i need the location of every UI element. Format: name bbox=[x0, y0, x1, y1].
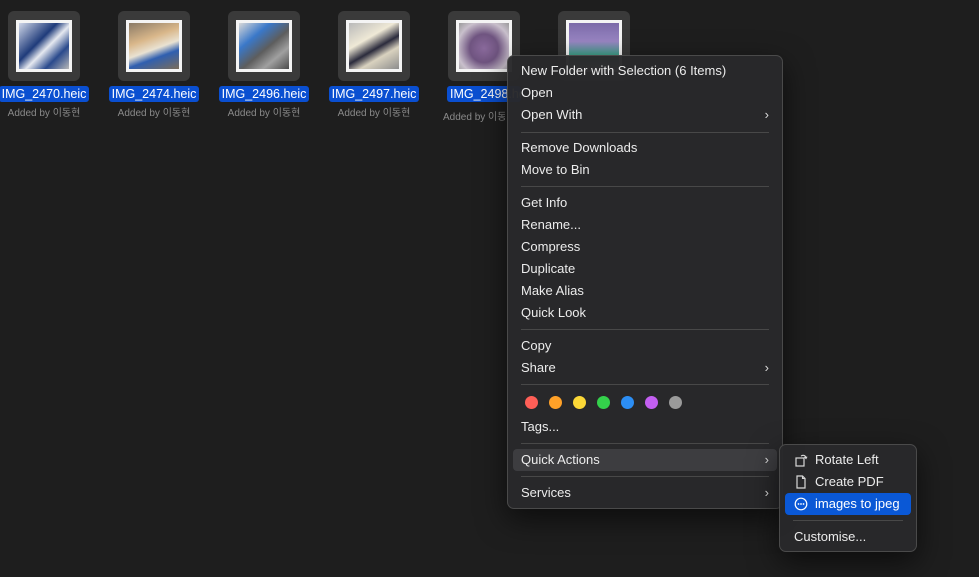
file-added-by: Added by 이동현 bbox=[7, 108, 81, 119]
menu-item-open-with[interactable]: Open With › bbox=[513, 104, 777, 126]
menu-item-services[interactable]: Services › bbox=[513, 482, 777, 504]
menu-separator bbox=[521, 186, 769, 187]
image-thumbnail bbox=[126, 20, 182, 72]
submenu-item-images-to-jpeg[interactable]: images to jpeg bbox=[785, 493, 911, 515]
chevron-right-icon: › bbox=[764, 485, 769, 500]
tag-red-dot[interactable] bbox=[525, 396, 538, 409]
file-item[interactable]: IMG_2496.heic Added by 이동현 bbox=[209, 11, 319, 119]
submenu-item-customise[interactable]: Customise... bbox=[785, 526, 911, 548]
quick-actions-submenu: Rotate Left Create PDF images to jpeg Cu… bbox=[779, 444, 917, 552]
tag-purple-dot[interactable] bbox=[645, 396, 658, 409]
menu-item-label: Quick Actions bbox=[521, 452, 600, 467]
image-thumbnail bbox=[346, 20, 402, 72]
menu-item-move-to-bin[interactable]: Move to Bin bbox=[513, 159, 777, 181]
file-added-by: Added by 이동현 bbox=[443, 112, 505, 123]
menu-item-tags[interactable]: Tags... bbox=[513, 416, 777, 438]
file-thumbnail[interactable] bbox=[8, 11, 80, 81]
chevron-right-icon: › bbox=[764, 107, 769, 122]
file-added-by: Added by 이동현 bbox=[337, 108, 411, 119]
menu-item-remove-downloads[interactable]: Remove Downloads bbox=[513, 137, 777, 159]
tag-color-row bbox=[525, 396, 682, 409]
submenu-item-rotate-left[interactable]: Rotate Left bbox=[785, 449, 911, 471]
menu-item-label: Share bbox=[521, 360, 556, 375]
tag-orange-dot[interactable] bbox=[549, 396, 562, 409]
menu-separator bbox=[793, 520, 903, 521]
menu-item-compress[interactable]: Compress bbox=[513, 236, 777, 258]
menu-item-copy[interactable]: Copy bbox=[513, 335, 777, 357]
file-added-by: Added by 이동현 bbox=[117, 108, 191, 119]
menu-item-new-folder-with-selection[interactable]: New Folder with Selection (6 Items) bbox=[513, 60, 777, 82]
submenu-item-label: Create PDF bbox=[815, 474, 884, 489]
menu-item-label: Services bbox=[521, 485, 571, 500]
file-name[interactable]: IMG_2496.heic bbox=[218, 86, 310, 102]
more-circle-icon bbox=[794, 497, 808, 511]
menu-item-quick-actions[interactable]: Quick Actions › bbox=[513, 449, 777, 471]
menu-separator bbox=[521, 329, 769, 330]
menu-item-quick-look[interactable]: Quick Look bbox=[513, 302, 777, 324]
file-thumbnail[interactable] bbox=[228, 11, 300, 81]
submenu-item-label: Rotate Left bbox=[815, 452, 879, 467]
chevron-right-icon: › bbox=[764, 360, 769, 375]
file-thumbnail[interactable] bbox=[118, 11, 190, 81]
file-item[interactable]: IMG_2497.heic Added by 이동현 bbox=[319, 11, 429, 119]
file-item[interactable]: IMG_2470.heic Added by 이동현 bbox=[0, 11, 99, 119]
submenu-item-label: images to jpeg bbox=[815, 496, 900, 511]
menu-item-duplicate[interactable]: Duplicate bbox=[513, 258, 777, 280]
menu-item-rename[interactable]: Rename... bbox=[513, 214, 777, 236]
image-thumbnail bbox=[236, 20, 292, 72]
context-menu: New Folder with Selection (6 Items) Open… bbox=[507, 55, 783, 509]
file-name[interactable]: IMG_2497.heic bbox=[328, 86, 420, 102]
file-thumbnail[interactable] bbox=[338, 11, 410, 81]
submenu-item-create-pdf[interactable]: Create PDF bbox=[785, 471, 911, 493]
menu-separator bbox=[521, 443, 769, 444]
image-thumbnail bbox=[16, 20, 72, 72]
menu-item-make-alias[interactable]: Make Alias bbox=[513, 280, 777, 302]
menu-separator bbox=[521, 384, 769, 385]
tag-blue-dot[interactable] bbox=[621, 396, 634, 409]
file-name[interactable]: IMG_2474.heic bbox=[108, 86, 200, 102]
tag-yellow-dot[interactable] bbox=[573, 396, 586, 409]
file-name[interactable]: IMG_2470.heic bbox=[0, 86, 90, 102]
menu-item-get-info[interactable]: Get Info bbox=[513, 192, 777, 214]
tag-grey-dot[interactable] bbox=[669, 396, 682, 409]
menu-separator bbox=[521, 476, 769, 477]
rotate-left-icon bbox=[795, 454, 808, 467]
document-icon bbox=[796, 475, 806, 489]
file-added-by: Added by 이동현 bbox=[227, 108, 301, 119]
chevron-right-icon: › bbox=[764, 452, 769, 467]
tag-green-dot[interactable] bbox=[597, 396, 610, 409]
menu-item-open[interactable]: Open bbox=[513, 82, 777, 104]
menu-item-label: Open With bbox=[521, 107, 583, 122]
menu-separator bbox=[521, 132, 769, 133]
menu-item-share[interactable]: Share › bbox=[513, 357, 777, 379]
image-thumbnail bbox=[456, 20, 512, 72]
file-item[interactable]: IMG_2474.heic Added by 이동현 bbox=[99, 11, 209, 119]
